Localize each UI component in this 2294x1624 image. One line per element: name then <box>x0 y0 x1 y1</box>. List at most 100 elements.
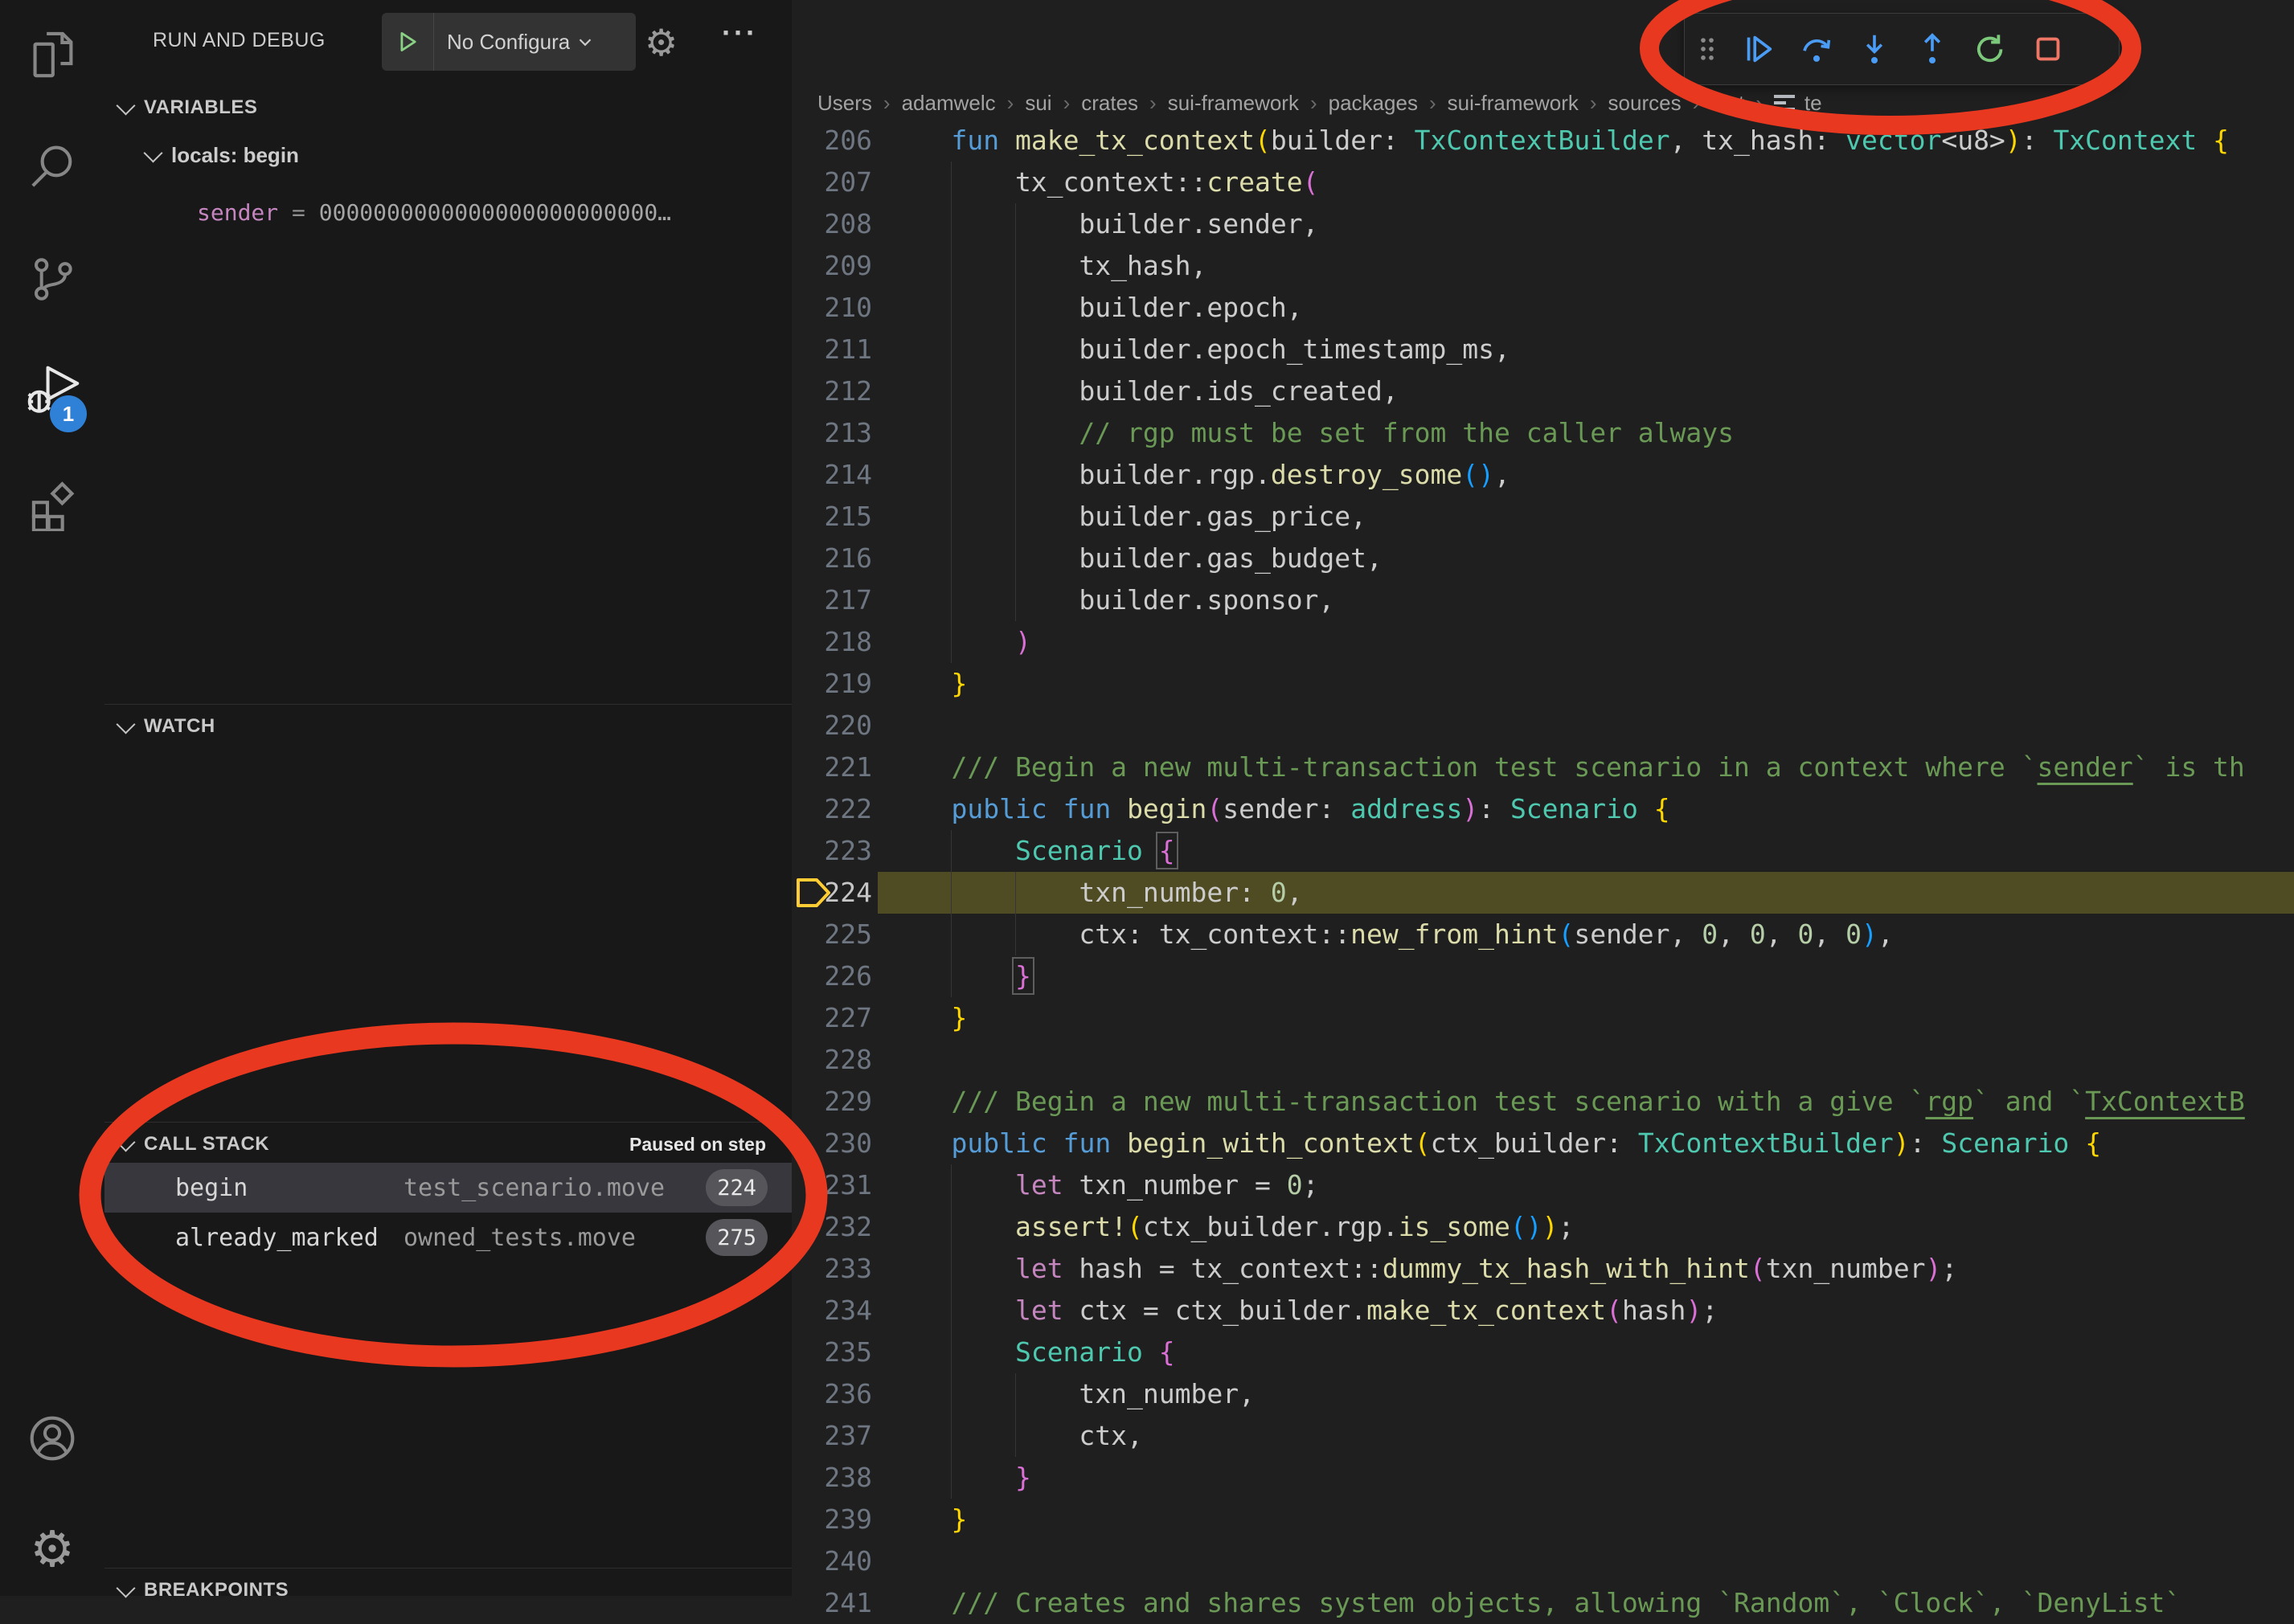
step-out-button[interactable] <box>1903 14 1961 84</box>
step-into-button[interactable] <box>1845 14 1903 84</box>
code-text: txn_number, <box>872 1373 1255 1415</box>
vscode-window: 1⚙ RUN AND DEBUG No Configura ⚙ ··· VARI… <box>0 0 2294 1596</box>
code-line-239[interactable]: 239 } <box>792 1499 2294 1540</box>
breadcrumb-file[interactable]: te <box>1774 91 1822 116</box>
code-text: ctx: tx_context::new_from_hint(sender, 0… <box>872 914 1894 955</box>
more-actions-icon[interactable]: ··· <box>722 16 758 50</box>
code-line-215[interactable]: 215 builder.gas_price, <box>792 496 2294 538</box>
code-line-234[interactable]: 234 let ctx = ctx_builder.make_tx_contex… <box>792 1290 2294 1332</box>
breadcrumb-file-label: te <box>1804 91 1822 116</box>
toolbar-drag-grip[interactable] <box>1685 14 1730 84</box>
code-line-227[interactable]: 227 } <box>792 997 2294 1039</box>
watch-section-header[interactable]: WATCH <box>104 707 792 746</box>
code-text: } <box>872 1499 967 1540</box>
line-number: 240 <box>792 1540 872 1582</box>
code-line-237[interactable]: 237 ctx, <box>792 1415 2294 1457</box>
code-line-218[interactable]: 218 ) <box>792 621 2294 663</box>
line-number: 241 <box>792 1582 872 1624</box>
code-line-209[interactable]: 209 tx_hash, <box>792 245 2294 287</box>
breadcrumb-item[interactable]: sources <box>1608 91 1682 116</box>
code-text: let txn_number = 0; <box>872 1164 1318 1206</box>
code-line-240[interactable]: 240 <box>792 1540 2294 1582</box>
step-over-button[interactable] <box>1788 14 1845 84</box>
start-debug-icon[interactable] <box>382 13 434 71</box>
line-number: 209 <box>792 245 872 287</box>
code-line-212[interactable]: 212 builder.ids_created, <box>792 370 2294 412</box>
frame-function: begin <box>175 1174 248 1202</box>
debug-settings-gear-icon[interactable]: ⚙ <box>645 21 678 64</box>
indent-guide <box>951 830 952 997</box>
code-line-219[interactable]: 219 } <box>792 663 2294 705</box>
run-and-debug-icon[interactable]: 1 <box>0 347 104 436</box>
code-line-231[interactable]: 231 let txn_number = 0; <box>792 1164 2294 1206</box>
breadcrumb-item[interactable]: sui-framework <box>1448 91 1579 116</box>
code-line-241[interactable]: 241 /// Creates and shares system object… <box>792 1582 2294 1624</box>
code-line-216[interactable]: 216 builder.gas_budget, <box>792 538 2294 579</box>
breadcrumb-separator: › <box>1429 91 1436 116</box>
code-text: Scenario { <box>872 1332 1175 1373</box>
breadcrumb-item[interactable]: crates <box>1081 91 1138 116</box>
code-line-225[interactable]: 225 ctx: tx_context::new_from_hint(sende… <box>792 914 2294 955</box>
call-stack-section-header[interactable]: CALL STACK Paused on step <box>104 1125 792 1164</box>
current-frame-pointer-icon[interactable] <box>796 876 833 914</box>
variables-scope-row[interactable]: locals: begin <box>146 143 299 168</box>
line-number: 236 <box>792 1373 872 1415</box>
search-icon[interactable] <box>0 122 104 211</box>
variable-sender[interactable]: sender = 0000000000000000000000000… <box>197 199 792 226</box>
call-stack-frame[interactable]: already_markedowned_tests.move275 <box>104 1213 792 1262</box>
manage-gear-icon[interactable]: ⚙ <box>0 1504 104 1593</box>
code-line-236[interactable]: 236 txn_number, <box>792 1373 2294 1415</box>
code-editor[interactable]: 206 fun make_tx_context(builder: TxConte… <box>792 0 2294 1596</box>
code-line-208[interactable]: 208 builder.sender, <box>792 203 2294 245</box>
variables-section-header[interactable]: VARIABLES <box>104 88 792 127</box>
section-divider <box>104 1122 792 1123</box>
breadcrumb[interactable]: Users›adamwelc›sui›crates›sui-framework›… <box>792 78 2294 128</box>
breadcrumb-item[interactable]: Users <box>817 91 872 116</box>
continue-button[interactable] <box>1730 14 1788 84</box>
account-icon[interactable] <box>0 1394 104 1483</box>
breadcrumb-item[interactable]: packages <box>1329 91 1418 116</box>
code-line-228[interactable]: 228 <box>792 1039 2294 1081</box>
line-number: 215 <box>792 496 872 538</box>
source-control-icon[interactable] <box>0 235 104 323</box>
frame-function: already_marked <box>175 1224 379 1252</box>
code-text: public fun begin(sender: address): Scena… <box>872 788 1670 830</box>
code-line-233[interactable]: 233 let hash = tx_context::dummy_tx_hash… <box>792 1248 2294 1290</box>
code-line-214[interactable]: 214 builder.rgp.destroy_some(), <box>792 454 2294 496</box>
code-line-238[interactable]: 238 } <box>792 1457 2294 1499</box>
code-line-210[interactable]: 210 builder.epoch, <box>792 287 2294 329</box>
code-line-221[interactable]: 221 /// Begin a new multi-transaction te… <box>792 747 2294 788</box>
debug-config-dropdown[interactable]: No Configura <box>382 13 636 71</box>
explorer-icon[interactable] <box>0 10 104 99</box>
extensions-icon[interactable] <box>0 460 104 549</box>
line-number: 227 <box>792 997 872 1039</box>
code-line-211[interactable]: 211 builder.epoch_timestamp_ms, <box>792 329 2294 370</box>
code-line-207[interactable]: 207 tx_context::create( <box>792 162 2294 203</box>
code-text: Scenario { <box>872 830 1175 872</box>
line-number: 233 <box>792 1248 872 1290</box>
code-line-220[interactable]: 220 <box>792 705 2294 747</box>
code-line-222[interactable]: 222 public fun begin(sender: address): S… <box>792 788 2294 830</box>
code-line-213[interactable]: 213 // rgp must be set from the caller a… <box>792 412 2294 454</box>
code-line-232[interactable]: 232 assert!(ctx_builder.rgp.is_some()); <box>792 1206 2294 1248</box>
code-line-223[interactable]: 223 Scenario { <box>792 830 2294 872</box>
code-line-217[interactable]: 217 builder.sponsor, <box>792 579 2294 621</box>
code-line-226[interactable]: 226 } <box>792 955 2294 997</box>
code-line-235[interactable]: 235 Scenario { <box>792 1332 2294 1373</box>
code-line-230[interactable]: 230 public fun begin_with_context(ctx_bu… <box>792 1123 2294 1164</box>
code-line-229[interactable]: 229 /// Begin a new multi-transaction te… <box>792 1081 2294 1123</box>
breadcrumb-item[interactable]: test <box>1710 91 1744 116</box>
breadcrumb-item[interactable]: adamwelc <box>902 91 996 116</box>
stop-button[interactable] <box>2019 14 2077 84</box>
breadcrumb-item[interactable]: sui <box>1025 91 1051 116</box>
breakpoints-section-header[interactable]: BREAKPOINTS <box>104 1571 792 1610</box>
line-number: 214 <box>792 454 872 496</box>
frame-file: owned_tests.move <box>403 1224 636 1252</box>
code-line-224[interactable]: 224 txn_number: 0, <box>792 872 2294 914</box>
line-number: 220 <box>792 705 872 747</box>
breadcrumb-item[interactable]: sui-framework <box>1168 91 1299 116</box>
breadcrumb-separator: › <box>1007 91 1014 116</box>
frame-file: test_scenario.move <box>403 1174 665 1202</box>
restart-button[interactable] <box>1961 14 2019 84</box>
call-stack-frame[interactable]: begintest_scenario.move224 <box>104 1163 792 1213</box>
